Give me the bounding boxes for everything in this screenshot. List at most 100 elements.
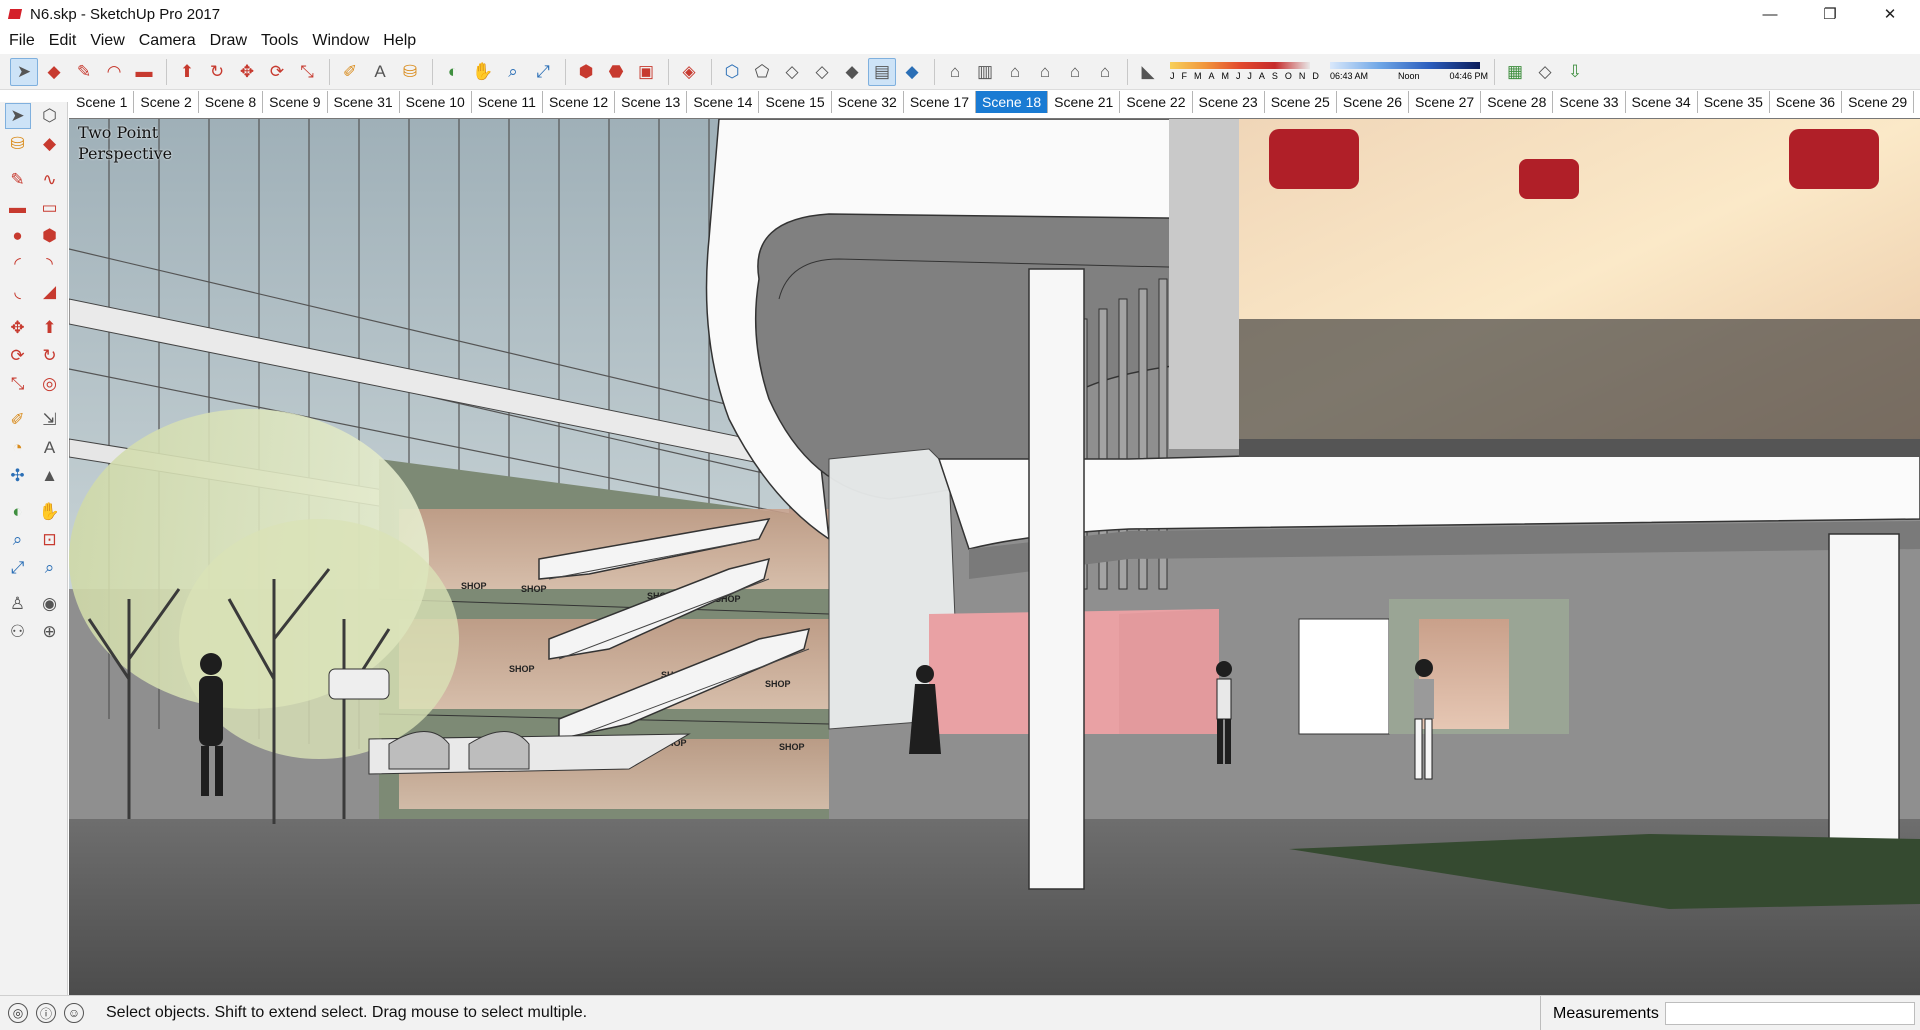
monochrome-style-icon[interactable]: ◆	[898, 58, 926, 86]
scene-tab[interactable]: Scene 10	[400, 91, 472, 113]
model-viewport[interactable]: SHOP SHOP SHOP SHOP SHOP SHOP SHOP SHOP …	[69, 118, 1920, 995]
scene-tab[interactable]: Scene 15	[759, 91, 832, 113]
menu-file[interactable]: File	[2, 32, 42, 50]
date-slider-track[interactable]	[1170, 62, 1310, 69]
move-icon[interactable]: ✥	[5, 315, 31, 341]
move-tool-icon[interactable]: ✥	[233, 58, 261, 86]
ruby-console-icon[interactable]: ◈	[675, 58, 703, 86]
menu-draw[interactable]: Draw	[203, 32, 254, 50]
scene-tab-active[interactable]: Scene 18	[976, 91, 1049, 113]
menu-view[interactable]: View	[83, 32, 131, 50]
walk-icon[interactable]: ⚇	[5, 619, 31, 645]
dimension-icon[interactable]: ⇲	[37, 407, 63, 433]
wireframe-style-icon[interactable]: ◇	[778, 58, 806, 86]
extension-warehouse-icon[interactable]: ▣	[632, 58, 660, 86]
text-icon[interactable]: A	[37, 435, 63, 461]
xray-style-icon[interactable]: ⬡	[718, 58, 746, 86]
scene-tab[interactable]: Scene 36	[1770, 91, 1843, 113]
scene-tab[interactable]: Scene 23	[1193, 91, 1265, 113]
freehand-icon[interactable]: ∿	[37, 167, 63, 193]
menu-edit[interactable]: Edit	[42, 32, 84, 50]
push-pull-tool-icon[interactable]: ⬆	[173, 58, 201, 86]
follow-me-tool-icon[interactable]: ↻	[203, 58, 231, 86]
scene-tab[interactable]: Scene 33	[1553, 91, 1626, 113]
line-icon[interactable]: ✎	[5, 167, 31, 193]
iso-view-icon[interactable]: ⌂	[941, 58, 969, 86]
scene-tab[interactable]: Scene 35	[1698, 91, 1770, 113]
scene-tab[interactable]: Scene 2	[134, 91, 199, 113]
scene-tab[interactable]: Scene 31	[328, 91, 400, 113]
paint-bucket-tool-icon[interactable]: ⛁	[396, 58, 424, 86]
geo-location-icon[interactable]: ▦	[1501, 58, 1529, 86]
make-component-icon[interactable]: ⬡	[37, 103, 63, 129]
scale-icon[interactable]: ⤡	[5, 371, 31, 397]
select-icon[interactable]: ➤	[4, 103, 31, 129]
scene-tab[interactable]: Scene 14	[687, 91, 760, 113]
scene-tab[interactable]: Scene 29	[1842, 91, 1915, 113]
share-model-icon[interactable]: ⬣	[602, 58, 630, 86]
three-point-arc-icon[interactable]: ◟	[5, 279, 31, 305]
right-view-icon[interactable]: ⌂	[1031, 58, 1059, 86]
scene-tab[interactable]: Scene 11	[472, 91, 543, 113]
top-view-icon[interactable]: ▥	[971, 58, 999, 86]
pan-icon[interactable]: ✋	[37, 499, 63, 525]
circle-icon[interactable]: ●	[5, 223, 31, 249]
front-view-icon[interactable]: ⌂	[1001, 58, 1029, 86]
scene-tab[interactable]: Scene 13	[615, 91, 688, 113]
arc-tool-icon[interactable]: ◠	[100, 58, 128, 86]
photo-textures-icon[interactable]: ⇩	[1561, 58, 1589, 86]
rotate-tool-icon[interactable]: ⟳	[263, 58, 291, 86]
scene-tab[interactable]: Scene 8	[199, 91, 264, 113]
back-edges-style-icon[interactable]: ⬠	[748, 58, 776, 86]
text-tool-icon[interactable]: A	[366, 58, 394, 86]
scale-tool-icon[interactable]: ⤡	[293, 58, 321, 86]
scene-tab[interactable]: Scene 28	[1481, 91, 1554, 113]
zoom-icon[interactable]: ⌕	[5, 527, 31, 553]
shadow-time-slider[interactable]: 06:43 AM Noon 04:46 PM	[1330, 62, 1488, 81]
scene-tab[interactable]: Scene 1	[70, 91, 135, 113]
two-point-arc-icon[interactable]: ◝	[37, 251, 63, 277]
rectangle-icon[interactable]: ▬	[5, 195, 31, 221]
rectangle-tool-icon[interactable]: ▬	[130, 58, 158, 86]
time-slider-track[interactable]	[1330, 62, 1480, 69]
section-plane-icon[interactable]: ⊕	[37, 619, 63, 645]
scene-tab[interactable]: Scene 26	[1337, 91, 1410, 113]
menu-tools[interactable]: Tools	[254, 32, 305, 50]
left-view-icon[interactable]: ⌂	[1091, 58, 1119, 86]
menu-camera[interactable]: Camera	[132, 32, 203, 50]
tape-measure-icon[interactable]: ✐	[5, 407, 31, 433]
credits-info-icon[interactable]: ⓘ	[36, 1003, 56, 1023]
close-button[interactable]: ✕	[1860, 0, 1920, 28]
scene-tab[interactable]: Scene 34	[1626, 91, 1698, 113]
scene-tab[interactable]: Scene 17	[904, 91, 976, 113]
shadows-toggle-icon[interactable]: ◣	[1134, 58, 1162, 86]
rotated-rectangle-icon[interactable]: ▭	[37, 195, 63, 221]
scene-tab[interactable]: Scene 12	[543, 91, 616, 113]
axes-icon[interactable]: ✣	[5, 463, 31, 489]
pan-tool-icon[interactable]: ✋	[469, 58, 497, 86]
toggle-terrain-icon[interactable]: ◇	[1531, 58, 1559, 86]
shadow-date-slider[interactable]: J F M A M J J A S O N D	[1170, 62, 1320, 81]
zoom-tool-icon[interactable]: ⌕	[499, 58, 527, 86]
look-around-icon[interactable]: ◉	[37, 591, 63, 617]
shaded-style-icon[interactable]: ◆	[838, 58, 866, 86]
scene-tab[interactable]: Scene 25	[1265, 91, 1337, 113]
scene-tab[interactable]: Scene 9	[263, 91, 328, 113]
push-pull-icon[interactable]: ⬆	[37, 315, 63, 341]
protractor-icon[interactable]: ◔	[5, 435, 31, 461]
minimize-button[interactable]: —	[1740, 0, 1800, 28]
tape-measure-tool-icon[interactable]: ✐	[336, 58, 364, 86]
scene-tab[interactable]: Scene 22	[1120, 91, 1193, 113]
orbit-icon[interactable]: ◐	[5, 499, 31, 525]
polygon-icon[interactable]: ⬢	[37, 223, 63, 249]
scene-tab[interactable]: Scene 32	[832, 91, 904, 113]
offset-icon[interactable]: ◎	[37, 371, 63, 397]
menu-help[interactable]: Help	[376, 32, 423, 50]
3d-text-icon[interactable]: ▲	[37, 463, 63, 489]
position-camera-icon[interactable]: ♙	[5, 591, 31, 617]
pie-icon[interactable]: ◢	[37, 279, 63, 305]
back-view-icon[interactable]: ⌂	[1061, 58, 1089, 86]
model-render[interactable]: SHOP SHOP SHOP SHOP SHOP SHOP SHOP SHOP …	[69, 119, 1920, 995]
maximize-button[interactable]: ❐	[1800, 0, 1860, 28]
line-tool-icon[interactable]: ✎	[70, 58, 98, 86]
